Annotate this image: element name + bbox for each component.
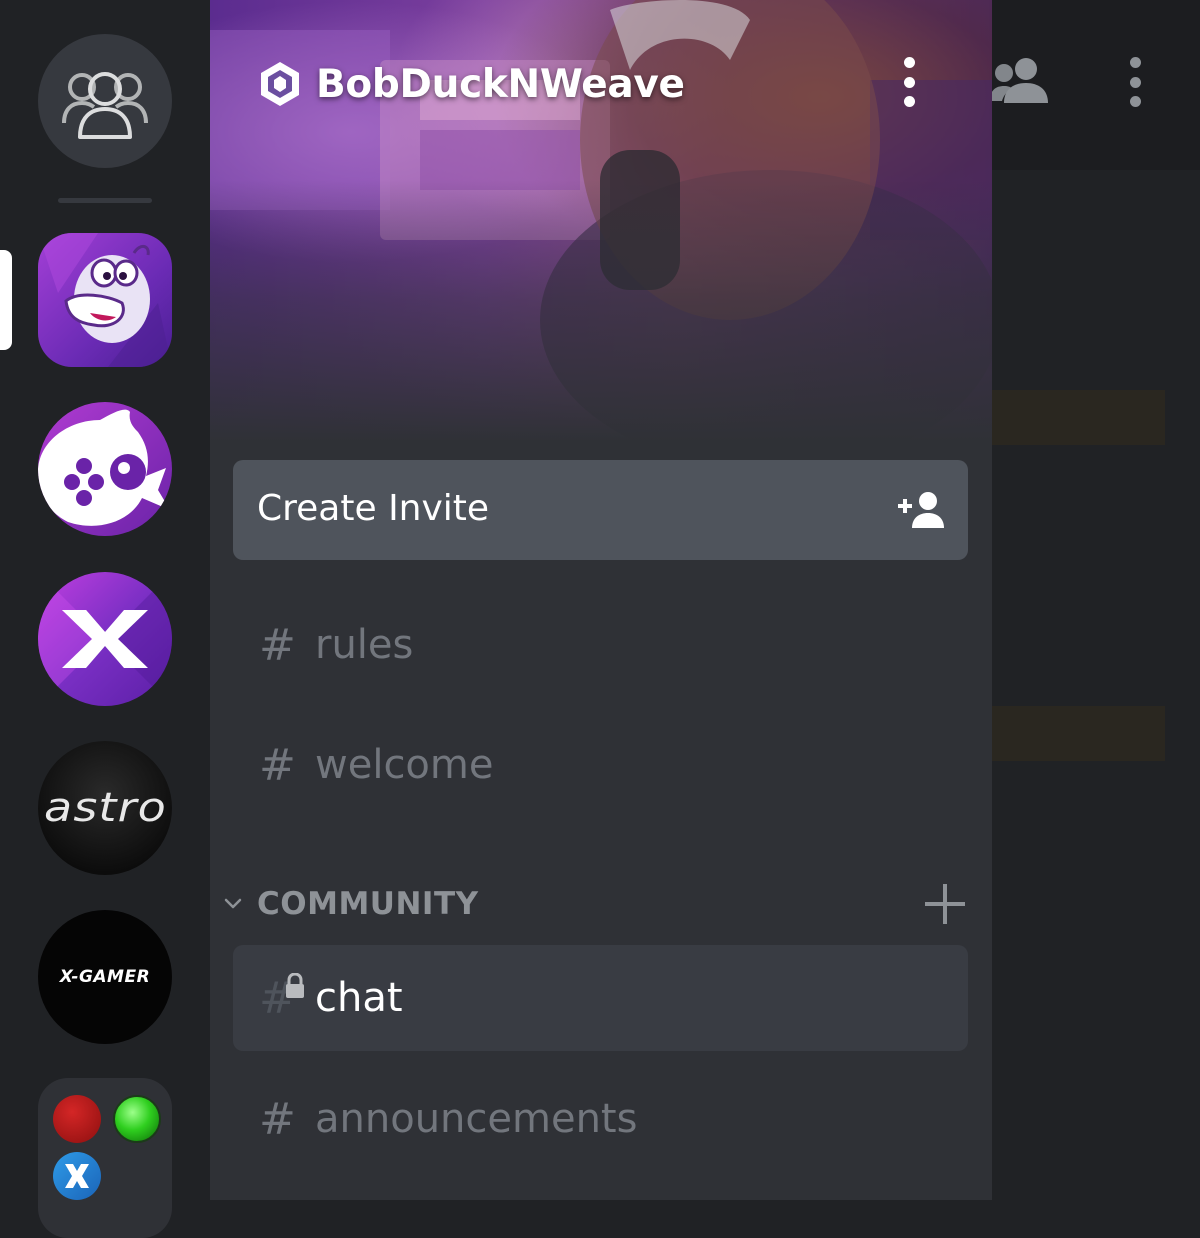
channel-chat[interactable]: # chat: [233, 945, 968, 1051]
duck-logo-icon: [38, 233, 172, 367]
folder-server-x-icon: [53, 1152, 101, 1200]
channel-name: rules: [315, 622, 414, 668]
chat-area-background: [990, 0, 1200, 1200]
server-astro-button[interactable]: astro: [38, 741, 172, 875]
server-header[interactable]: BobDuckNWeave: [256, 56, 685, 112]
server-xgamer-button[interactable]: X-GAMER: [38, 910, 172, 1044]
channel-name: chat: [315, 975, 403, 1021]
xgamer-logo: X-GAMER: [59, 967, 151, 987]
category-label: COMMUNITY: [257, 886, 479, 922]
banner-fade: [210, 180, 992, 442]
chevron-down-icon: [224, 898, 242, 909]
server-rail: astro X-GAMER: [0, 0, 210, 1238]
friends-icon: [62, 72, 148, 139]
folder-server-green-icon: [113, 1095, 161, 1143]
server-boost-icon: [261, 62, 299, 106]
folder-server-red-icon: [53, 1095, 101, 1143]
x-logo-icon: [38, 572, 172, 706]
chat-menu-kebab-icon[interactable]: [1125, 57, 1145, 107]
channel-rules[interactable]: # rules: [233, 592, 968, 698]
server-bobducknweave-button[interactable]: [38, 233, 172, 367]
chat-message-highlight: [990, 390, 1165, 445]
server-menu-kebab-icon[interactable]: [899, 57, 919, 107]
fish-logo-icon: [38, 409, 170, 526]
add-member-icon: [898, 492, 944, 528]
server-name: BobDuckNWeave: [316, 61, 685, 107]
text-channel-icon: #: [259, 740, 296, 791]
channel-welcome[interactable]: # welcome: [233, 712, 968, 818]
rail-separator: [58, 198, 152, 203]
server-x-button[interactable]: [38, 572, 172, 706]
channel-announcements[interactable]: # announcements: [233, 1066, 968, 1172]
create-invite-label: Create Invite: [257, 488, 490, 529]
chat-message-highlight: [990, 706, 1165, 761]
text-channel-icon: #: [259, 620, 296, 671]
members-icon[interactable]: [990, 55, 1048, 105]
lock-icon: [286, 973, 304, 998]
channel-name: welcome: [315, 742, 494, 788]
text-channel-icon: #: [259, 1094, 296, 1145]
astro-logo: astro: [43, 785, 167, 831]
channel-name: announcements: [315, 1096, 638, 1142]
category-community[interactable]: COMMUNITY: [223, 878, 983, 934]
channel-drawer: BobDuckNWeave Create Invite # rules # we…: [210, 0, 992, 1200]
server-folder[interactable]: [38, 1078, 172, 1238]
selected-server-indicator: [0, 250, 12, 350]
create-invite-button[interactable]: Create Invite: [233, 460, 968, 560]
add-channel-plus-icon[interactable]: [923, 882, 967, 926]
direct-messages-button[interactable]: [38, 34, 172, 168]
server-fish-button[interactable]: [38, 402, 172, 536]
